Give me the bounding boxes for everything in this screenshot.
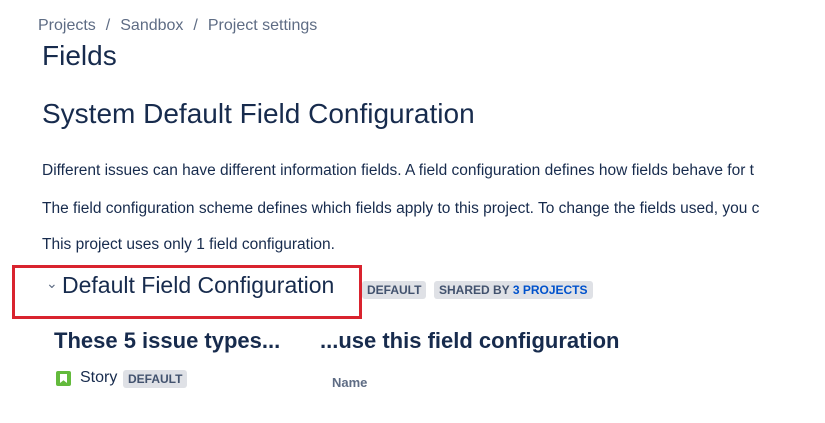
name-column-header: Name <box>332 375 368 390</box>
scheme-paragraph: The field configuration scheme defines w… <box>42 200 760 217</box>
shared-by-badge: SHARED BY 3 PROJECTS <box>434 281 593 299</box>
issue-types-heading: These 5 issue types... <box>54 328 281 353</box>
breadcrumb-sandbox-link[interactable]: Sandbox <box>120 17 183 34</box>
shared-projects-link[interactable]: 3 PROJECTS <box>513 283 588 297</box>
shared-by-label: SHARED BY <box>439 283 510 297</box>
page-title: Fields <box>42 40 117 71</box>
field-config-heading: ...use this field configuration <box>320 328 620 353</box>
description-paragraph: Different issues can have different info… <box>42 162 754 179</box>
issue-type-label: Story <box>80 369 118 386</box>
config-title[interactable]: Default Field Configuration <box>62 272 334 299</box>
story-icon <box>56 371 71 386</box>
section-title: System Default Field Configuration <box>42 98 475 129</box>
chevron-down-icon[interactable]: ⌄ <box>46 275 58 292</box>
breadcrumb-projects-link[interactable]: Projects <box>38 17 96 34</box>
default-badge: DEFAULT <box>362 281 427 299</box>
issue-type-default-badge: DEFAULT <box>123 370 188 388</box>
breadcrumb: Projects / Sandbox / Project settings <box>38 17 317 35</box>
page-content: Projects / Sandbox / Project settings Fields… <box>0 0 815 423</box>
config-count-paragraph: This project uses only 1 field configura… <box>42 236 335 253</box>
breadcrumb-project-settings-link[interactable]: Project settings <box>208 17 317 34</box>
breadcrumb-separator: / <box>105 17 111 34</box>
breadcrumb-separator: / <box>193 17 198 34</box>
